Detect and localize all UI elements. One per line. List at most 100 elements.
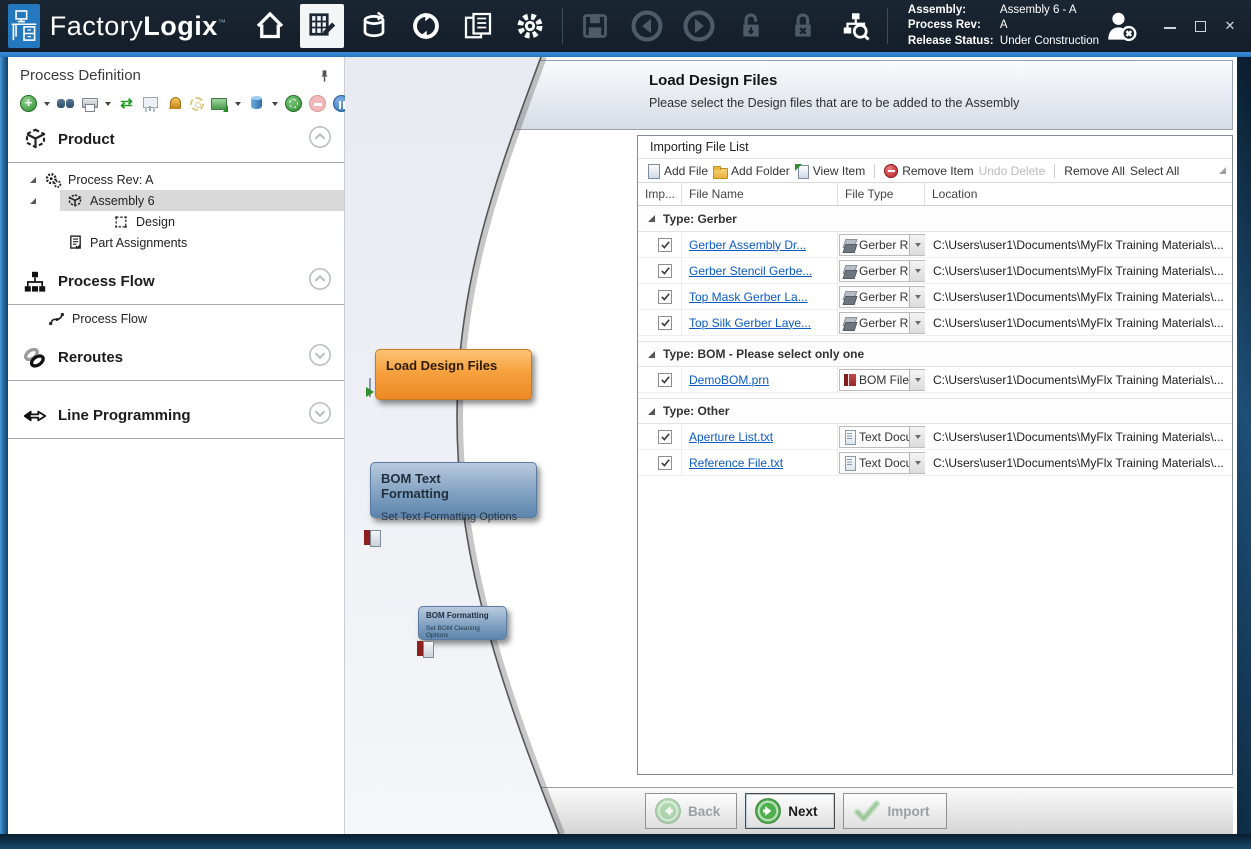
refresh-icon[interactable] [285,95,302,112]
select-all-button[interactable]: Select All [1130,164,1179,178]
reports-icon[interactable] [456,4,500,48]
presentation-icon[interactable] [142,95,159,112]
add-dropdown-icon[interactable] [20,95,37,112]
tree-item-process-flow[interactable]: Process Flow [8,307,344,331]
section-line-programming[interactable]: Line Programming [8,395,344,436]
file-type-combo[interactable]: Gerber RS-274 [839,260,925,282]
file-row[interactable]: Top Mask Gerber La... Gerber RS-274 C:\U… [638,284,1232,310]
file-name-link[interactable]: Gerber Stencil Gerbe... [689,264,812,278]
section-process-flow[interactable]: Process Flow [8,261,344,302]
file-type-combo[interactable]: Gerber RS-274 [839,312,925,334]
remove-item-button[interactable]: Remove Item [884,164,973,178]
group-row[interactable]: Type: Gerber [638,206,1232,232]
find-binoculars-icon[interactable] [57,95,74,112]
home-icon[interactable] [248,4,292,48]
import-checkbox[interactable] [658,373,672,387]
file-row[interactable]: Gerber Assembly Dr... Gerber RS-274 C:\U… [638,232,1232,258]
file-row[interactable]: Aperture List.txt Text Document C:\Users… [638,424,1232,450]
remove-disabled-icon[interactable] [309,95,326,112]
import-checkbox[interactable] [658,430,672,444]
sync-icon[interactable] [404,4,448,48]
collapse-up-icon[interactable] [308,267,332,296]
unlock-icon[interactable] [729,4,773,48]
section-product[interactable]: Product [8,119,344,160]
expander-icon[interactable] [30,198,36,204]
undo-delete-button[interactable]: Undo Delete [979,164,1046,178]
data-import-icon[interactable] [352,4,396,48]
flowchart-search-icon[interactable] [833,4,877,48]
file-name-link[interactable]: Aperture List.txt [689,430,773,444]
combo-dropdown-icon[interactable] [909,235,925,255]
gear-disabled-icon[interactable] [190,97,204,111]
file-type-combo[interactable]: Gerber RS-274 [839,234,925,256]
combo-dropdown-icon[interactable] [909,261,925,281]
column-header-import[interactable]: Imp... [638,183,682,205]
file-type-combo[interactable]: Gerber RS-274 [839,286,925,308]
import-button[interactable]: Import [843,793,947,829]
compare-arrows-icon[interactable]: ⇄ [118,95,135,112]
combo-dropdown-icon[interactable] [909,427,925,447]
tree-item-part-assignments[interactable]: Part Assignments [8,232,344,253]
add-file-button[interactable]: Add File [646,164,708,178]
settings-gear-icon[interactable] [508,4,552,48]
collapse-up-icon[interactable] [308,125,332,154]
file-type-combo[interactable]: Text Document [839,426,925,448]
group-expander-icon[interactable] [648,351,655,358]
import-checkbox[interactable] [658,264,672,278]
dropdown-caret-icon[interactable] [272,102,278,106]
file-type-combo[interactable]: BOM File [839,369,925,391]
column-header-file-type[interactable]: File Type [838,183,925,205]
file-type-combo[interactable]: Text Document [839,452,925,474]
group-expander-icon[interactable] [648,215,655,222]
resize-grip-icon[interactable] [1219,167,1226,174]
nav-forward-icon[interactable] [677,4,721,48]
flow-node-bom-text-formatting[interactable]: BOM Text Formatting Set Text Formatting … [370,462,537,518]
import-checkbox[interactable] [658,316,672,330]
expander-icon[interactable] [30,177,36,183]
dropdown-caret-icon[interactable] [105,102,111,106]
database-dropdown-icon[interactable] [248,95,265,112]
file-row[interactable]: Gerber Stencil Gerbe... Gerber RS-274 C:… [638,258,1232,284]
file-name-link[interactable]: Top Mask Gerber La... [689,290,808,304]
column-header-file-name[interactable]: File Name [682,183,838,205]
group-row[interactable]: Type: Other [638,398,1232,424]
group-expander-icon[interactable] [648,408,655,415]
expand-down-icon[interactable] [308,343,332,372]
combo-dropdown-icon[interactable] [909,287,925,307]
save-icon[interactable] [573,4,617,48]
flow-node-load-design-files[interactable]: Load Design Files [375,349,532,400]
view-item-button[interactable]: View Item [795,164,865,178]
tree-item-assembly[interactable]: Assembly 6 [8,190,344,211]
close-button[interactable]: ✕ [1223,20,1237,32]
notification-bell-icon[interactable] [166,95,183,112]
file-name-link[interactable]: Top Silk Gerber Laye... [689,316,811,330]
import-checkbox[interactable] [658,456,672,470]
remove-all-button[interactable]: Remove All [1064,164,1125,178]
pin-icon[interactable] [317,69,332,89]
combo-dropdown-icon[interactable] [909,370,925,390]
file-row[interactable]: Top Silk Gerber Laye... Gerber RS-274 C:… [638,310,1232,336]
next-button[interactable]: Next [745,793,834,829]
file-row[interactable]: Reference File.txt Text Document C:\User… [638,450,1232,476]
file-name-link[interactable]: Gerber Assembly Dr... [689,238,806,252]
column-header-location[interactable]: Location [925,183,1232,205]
export-folder-dropdown-icon[interactable] [211,95,228,112]
maximize-button[interactable] [1193,20,1207,32]
import-checkbox[interactable] [658,238,672,252]
add-folder-button[interactable]: Add Folder [713,164,790,178]
process-design-icon[interactable] [300,4,344,48]
expand-down-icon[interactable] [308,401,332,430]
back-button[interactable]: Back [645,793,737,829]
print-dropdown-icon[interactable] [81,95,98,112]
lock-cancel-icon[interactable] [781,4,825,48]
user-logout-icon[interactable] [1099,4,1143,48]
file-name-link[interactable]: DemoBOM.prn [689,373,769,387]
combo-dropdown-icon[interactable] [909,453,925,473]
file-name-link[interactable]: Reference File.txt [689,456,783,470]
file-row[interactable]: DemoBOM.prn BOM File C:\Users\user1\Docu… [638,367,1232,393]
import-checkbox[interactable] [658,290,672,304]
minimize-button[interactable] [1163,20,1177,32]
nav-back-icon[interactable] [625,4,669,48]
tree-item-process-rev[interactable]: Process Rev: A [8,169,344,190]
dropdown-caret-icon[interactable] [44,102,50,106]
